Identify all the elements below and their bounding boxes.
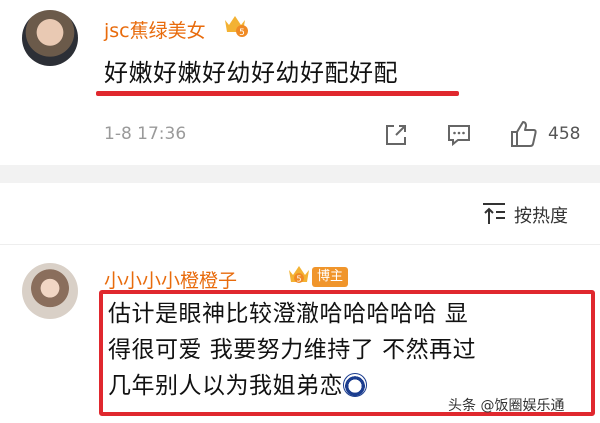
comment-text: 好嫩好嫩好幼好幼好配好配	[104, 59, 398, 87]
avatar[interactable]	[22, 10, 78, 66]
comment-icon[interactable]	[446, 122, 472, 148]
emoji-icon	[343, 373, 367, 397]
author-badge: 博主	[312, 267, 349, 287]
comment-text: 估计是眼神比较澄澈哈哈哈哈哈 显得很可爱 我要努力维持了 不然再过几年别人以为我…	[108, 301, 477, 399]
sort-by-hot-button[interactable]: 按热度	[514, 202, 568, 228]
crown-level-icon: 5	[225, 16, 248, 38]
highlight-underline	[96, 91, 459, 96]
comment-timestamp: 1-8 17:36	[104, 124, 187, 144]
sort-bar	[0, 183, 600, 247]
watermark: 头条 @饭圈娱乐通	[448, 398, 565, 414]
like-icon[interactable]	[508, 118, 540, 150]
section-divider	[0, 165, 600, 183]
crown-level-number: 5	[296, 275, 301, 284]
crown-level-number: 5	[239, 28, 245, 38]
comment-username[interactable]: jsc蕉绿美女	[104, 16, 206, 43]
share-icon[interactable]	[383, 122, 409, 148]
divider-line	[0, 244, 600, 245]
comment-text-wrapper: 估计是眼神比较澄澈哈哈哈哈哈 显得很可爱 我要努力维持了 不然再过几年别人以为我…	[108, 296, 488, 404]
crown-level-icon: 5	[289, 266, 309, 284]
comment-username[interactable]: 小小小小橙橙子	[104, 266, 237, 293]
like-count: 458	[548, 124, 581, 144]
avatar[interactable]	[22, 263, 78, 319]
sort-icon[interactable]	[480, 200, 508, 226]
